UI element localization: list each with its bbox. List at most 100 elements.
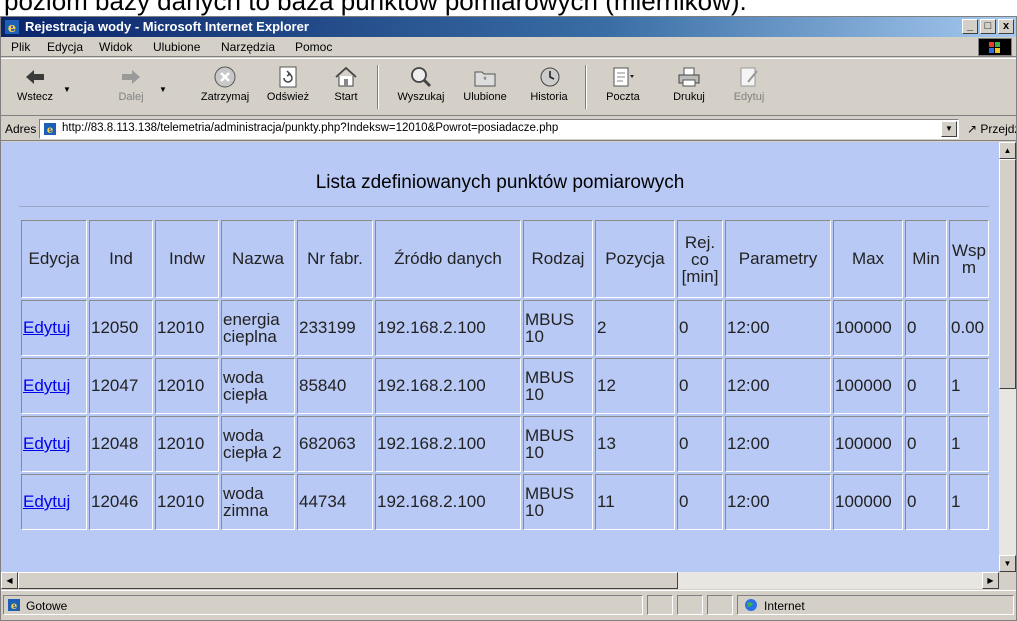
- go-arrow-icon: ↗: [967, 122, 978, 136]
- status-panel-empty: [677, 595, 703, 615]
- scroll-left-icon[interactable]: ◀: [1, 572, 18, 589]
- scroll-down-icon[interactable]: ▼: [999, 555, 1016, 572]
- browser-window: e Rejestracja wody - Microsoft Internet …: [0, 16, 1017, 621]
- col-rej-co: Rej. co [min]: [677, 220, 723, 298]
- cell-ind: 12050: [89, 300, 153, 356]
- cell-ind: 12047: [89, 358, 153, 414]
- col-min: Min: [905, 220, 947, 298]
- cell-nazwa: woda ciepła 2: [221, 416, 295, 472]
- close-button[interactable]: x: [998, 19, 1014, 34]
- favorites-folder-icon: *: [474, 71, 496, 87]
- col-rodzaj: Rodzaj: [523, 220, 593, 298]
- window-title: Rejestracja wody - Microsoft Internet Ex…: [25, 19, 309, 34]
- title-bar[interactable]: e Rejestracja wody - Microsoft Internet …: [1, 17, 1016, 37]
- cell-pozycja: 2: [595, 300, 675, 356]
- col-edycja: Edycja: [21, 220, 87, 298]
- cell-indw: 12010: [155, 474, 219, 530]
- cell-nr-fabr: 85840: [297, 358, 373, 414]
- print-button[interactable]: Drukuj: [663, 61, 715, 115]
- edit-page-icon: [740, 67, 758, 87]
- security-zone-text: Internet: [764, 599, 805, 613]
- col-nazwa: Nazwa: [221, 220, 295, 298]
- cell-min: 0: [905, 358, 947, 414]
- toolbar: Wstecz ▼ Dalej ▼ Zatrzymaj Odśwież Start…: [1, 58, 1016, 116]
- status-bar: e Gotowe Internet: [1, 590, 1016, 620]
- horizontal-scroll-thumb[interactable]: [18, 572, 678, 589]
- search-icon: [411, 67, 432, 88]
- svg-text:*: *: [483, 75, 487, 85]
- cell-rodzaj: MBUS 10: [523, 474, 593, 530]
- search-button[interactable]: Wyszukaj: [389, 61, 453, 115]
- internet-globe-icon: [745, 599, 757, 611]
- vertical-scrollbar[interactable]: ▲ ▼: [999, 142, 1016, 572]
- go-button[interactable]: ↗ Przejdź: [967, 122, 1016, 136]
- svg-text:e: e: [47, 125, 53, 136]
- cell-parametry: 12:00: [725, 474, 831, 530]
- address-bar: Adres e http://83.8.113.138/telemetria/a…: [1, 117, 1016, 141]
- vertical-scroll-thumb[interactable]: [999, 159, 1016, 389]
- cell-zrodlo: 192.168.2.100: [375, 358, 521, 414]
- col-ind: Ind: [89, 220, 153, 298]
- menu-plik[interactable]: Plik: [7, 37, 34, 57]
- scroll-up-icon[interactable]: ▲: [999, 142, 1016, 159]
- cell-nazwa: woda zimna: [221, 474, 295, 530]
- svg-text:e: e: [11, 601, 17, 612]
- edit-button[interactable]: Edytuj: [723, 61, 775, 115]
- history-button[interactable]: Historia: [521, 61, 577, 115]
- menu-widok[interactable]: Widok: [95, 37, 136, 57]
- maximize-button[interactable]: □: [980, 19, 996, 34]
- edit-link[interactable]: Edytuj: [23, 318, 70, 337]
- edit-link[interactable]: Edytuj: [23, 434, 70, 453]
- col-max: Max: [833, 220, 903, 298]
- cell-rej-co: 0: [677, 474, 723, 530]
- edit-link[interactable]: Edytuj: [23, 492, 70, 511]
- cell-indw: 12010: [155, 416, 219, 472]
- menu-ulubione[interactable]: Ulubione: [149, 37, 204, 57]
- favorites-button[interactable]: * Ulubione: [455, 61, 515, 115]
- cell-min: 0: [905, 416, 947, 472]
- cell-nr-fabr: 682063: [297, 416, 373, 472]
- minimize-button[interactable]: _: [962, 19, 978, 34]
- stop-button[interactable]: Zatrzymaj: [195, 61, 255, 115]
- back-arrow-icon: [26, 70, 44, 84]
- cell-nr-fabr: 44734: [297, 474, 373, 530]
- cell-zrodlo: 192.168.2.100: [375, 474, 521, 530]
- cell-pozycja: 11: [595, 474, 675, 530]
- menu-pomoc[interactable]: Pomoc: [291, 37, 336, 57]
- history-icon: [540, 67, 560, 87]
- cell-zrodlo: 192.168.2.100: [375, 300, 521, 356]
- menu-narzedzia[interactable]: Narzędzia: [217, 37, 279, 57]
- table-row: Edytuj 12050 12010 energia cieplna 23319…: [21, 300, 989, 356]
- ie-logo-icon: e: [5, 20, 19, 35]
- table-row: Edytuj 12047 12010 woda ciepła 85840 192…: [21, 358, 989, 414]
- menu-bar: Plik Edycja Widok Ulubione Narzędzia Pom…: [1, 37, 1016, 57]
- back-dropdown-icon[interactable]: ▼: [63, 85, 71, 94]
- cell-rodzaj: MBUS 10: [523, 358, 593, 414]
- address-input[interactable]: e http://83.8.113.138/telemetria/adminis…: [39, 119, 959, 139]
- menu-edycja[interactable]: Edycja: [43, 37, 87, 57]
- title-divider: [19, 206, 989, 207]
- table-row: Edytuj 12048 12010 woda ciepła 2 682063 …: [21, 416, 989, 472]
- cell-nazwa: woda ciepła: [221, 358, 295, 414]
- cell-wsp: 1: [949, 416, 989, 472]
- forward-button[interactable]: Dalej: [105, 61, 157, 115]
- home-button[interactable]: Start: [321, 61, 371, 115]
- horizontal-scrollbar[interactable]: ◀ ▶: [1, 572, 999, 589]
- scroll-right-icon[interactable]: ▶: [982, 572, 999, 589]
- edit-link[interactable]: Edytuj: [23, 376, 70, 395]
- forward-dropdown-icon[interactable]: ▼: [159, 85, 167, 94]
- home-icon: [335, 66, 357, 87]
- mail-button[interactable]: Poczta: [597, 61, 649, 115]
- cell-rej-co: 0: [677, 416, 723, 472]
- cell-max: 100000: [833, 358, 903, 414]
- document-caption: poziom bazy danych to baza punktów pomia…: [4, 0, 747, 16]
- back-button[interactable]: Wstecz: [9, 61, 61, 115]
- mail-icon: [613, 67, 634, 87]
- cell-zrodlo: 192.168.2.100: [375, 416, 521, 472]
- cell-wsp: 1: [949, 358, 989, 414]
- refresh-button[interactable]: Odśwież: [263, 61, 313, 115]
- cell-rodzaj: MBUS 10: [523, 416, 593, 472]
- address-dropdown-icon[interactable]: ▼: [941, 121, 957, 137]
- cell-parametry: 12:00: [725, 300, 831, 356]
- cell-rej-co: 0: [677, 358, 723, 414]
